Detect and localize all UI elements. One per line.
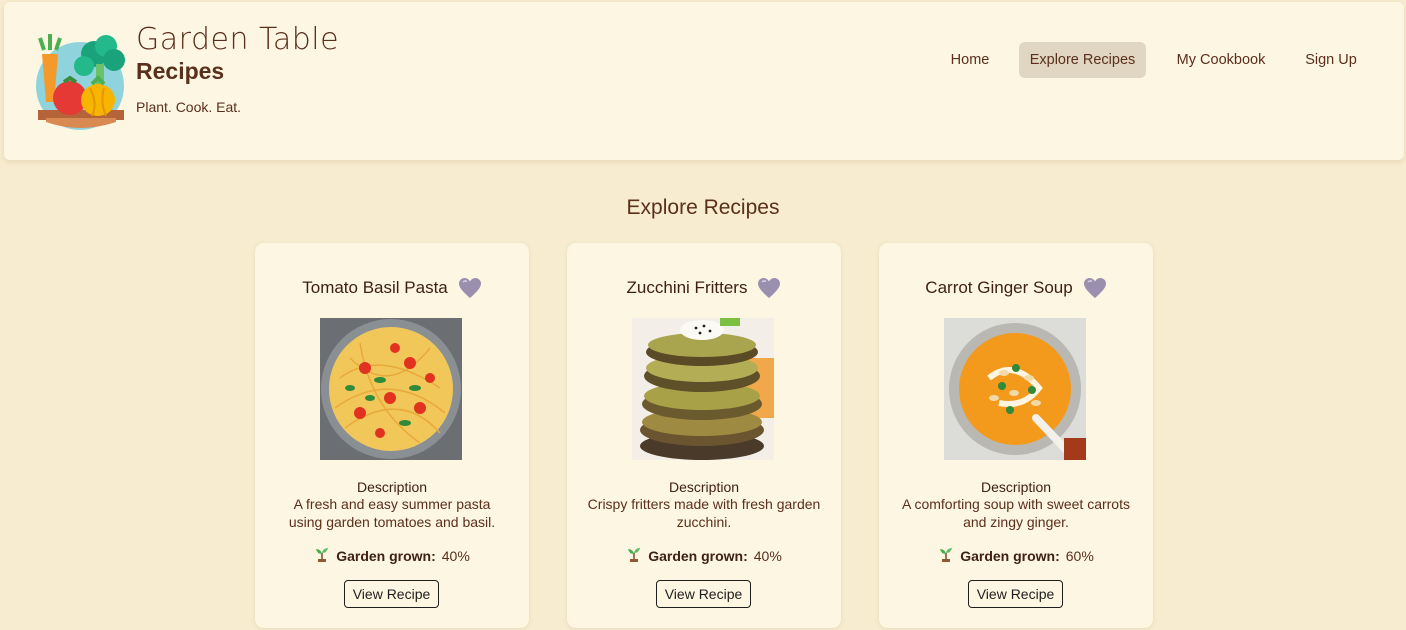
recipe-description: A comforting soup with sweet carrots and…: [902, 496, 1130, 530]
recipe-card: Zucchini Fritters Description Crispy fri…: [567, 243, 841, 628]
description-label: Description: [980, 479, 1052, 495]
pasta-photo: [320, 318, 462, 460]
heart-icon[interactable]: [757, 277, 781, 299]
garden-grown-label: Garden grown:: [960, 547, 1060, 564]
heart-icon[interactable]: [1083, 277, 1107, 299]
nav-sign-up[interactable]: Sign Up: [1296, 42, 1366, 78]
recipe-card: Carrot Ginger Soup Description A comfort…: [879, 243, 1153, 628]
brand-title: Garden Table: [136, 22, 340, 57]
garden-grown-value: 40%: [441, 547, 470, 564]
brand-subtitle: Recipes: [136, 58, 225, 84]
sprout-icon: [314, 546, 330, 565]
garden-grown: Garden grown: 40%: [255, 546, 529, 565]
garden-grown-value: 60%: [1065, 547, 1094, 564]
recipe-card: Tomato Basil Pasta Description A fresh a…: [255, 243, 529, 628]
recipe-title[interactable]: Tomato Basil Pasta: [302, 278, 448, 298]
nav-home[interactable]: Home: [940, 42, 1000, 78]
recipe-description: Crispy fritters made with fresh garden z…: [587, 496, 821, 530]
view-recipe-button[interactable]: View Recipe: [656, 580, 751, 608]
fritters-photo: [632, 318, 774, 460]
recipe-title[interactable]: Carrot Ginger Soup: [925, 278, 1072, 298]
view-recipe-button[interactable]: View Recipe: [968, 580, 1063, 608]
nav-explore-recipes[interactable]: Explore Recipes: [1019, 42, 1146, 78]
nav-my-cookbook[interactable]: My Cookbook: [1166, 42, 1276, 78]
garden-grown-label: Garden grown:: [336, 547, 436, 564]
view-recipe-button[interactable]: View Recipe: [344, 580, 439, 608]
sprout-icon: [626, 546, 642, 565]
sprout-icon: [938, 546, 954, 565]
garden-grown: Garden grown: 60%: [879, 546, 1153, 565]
garden-grown-value: 40%: [753, 547, 782, 564]
logo-icon[interactable]: [32, 32, 132, 132]
recipe-description: A fresh and easy summer pasta using gard…: [288, 496, 496, 530]
garden-grown-label: Garden grown:: [648, 547, 748, 564]
soup-photo: [944, 318, 1086, 460]
heart-icon[interactable]: [458, 277, 482, 299]
tagline: Plant. Cook. Eat.: [136, 99, 242, 115]
garden-grown: Garden grown: 40%: [567, 546, 841, 565]
recipe-title[interactable]: Zucchini Fritters: [627, 278, 748, 298]
page-title: Explore Recipes: [626, 196, 780, 219]
description-label: Description: [356, 479, 428, 495]
description-label: Description: [668, 479, 740, 495]
site-header: Garden Table Recipes Plant. Cook. Eat. H…: [4, 2, 1404, 160]
